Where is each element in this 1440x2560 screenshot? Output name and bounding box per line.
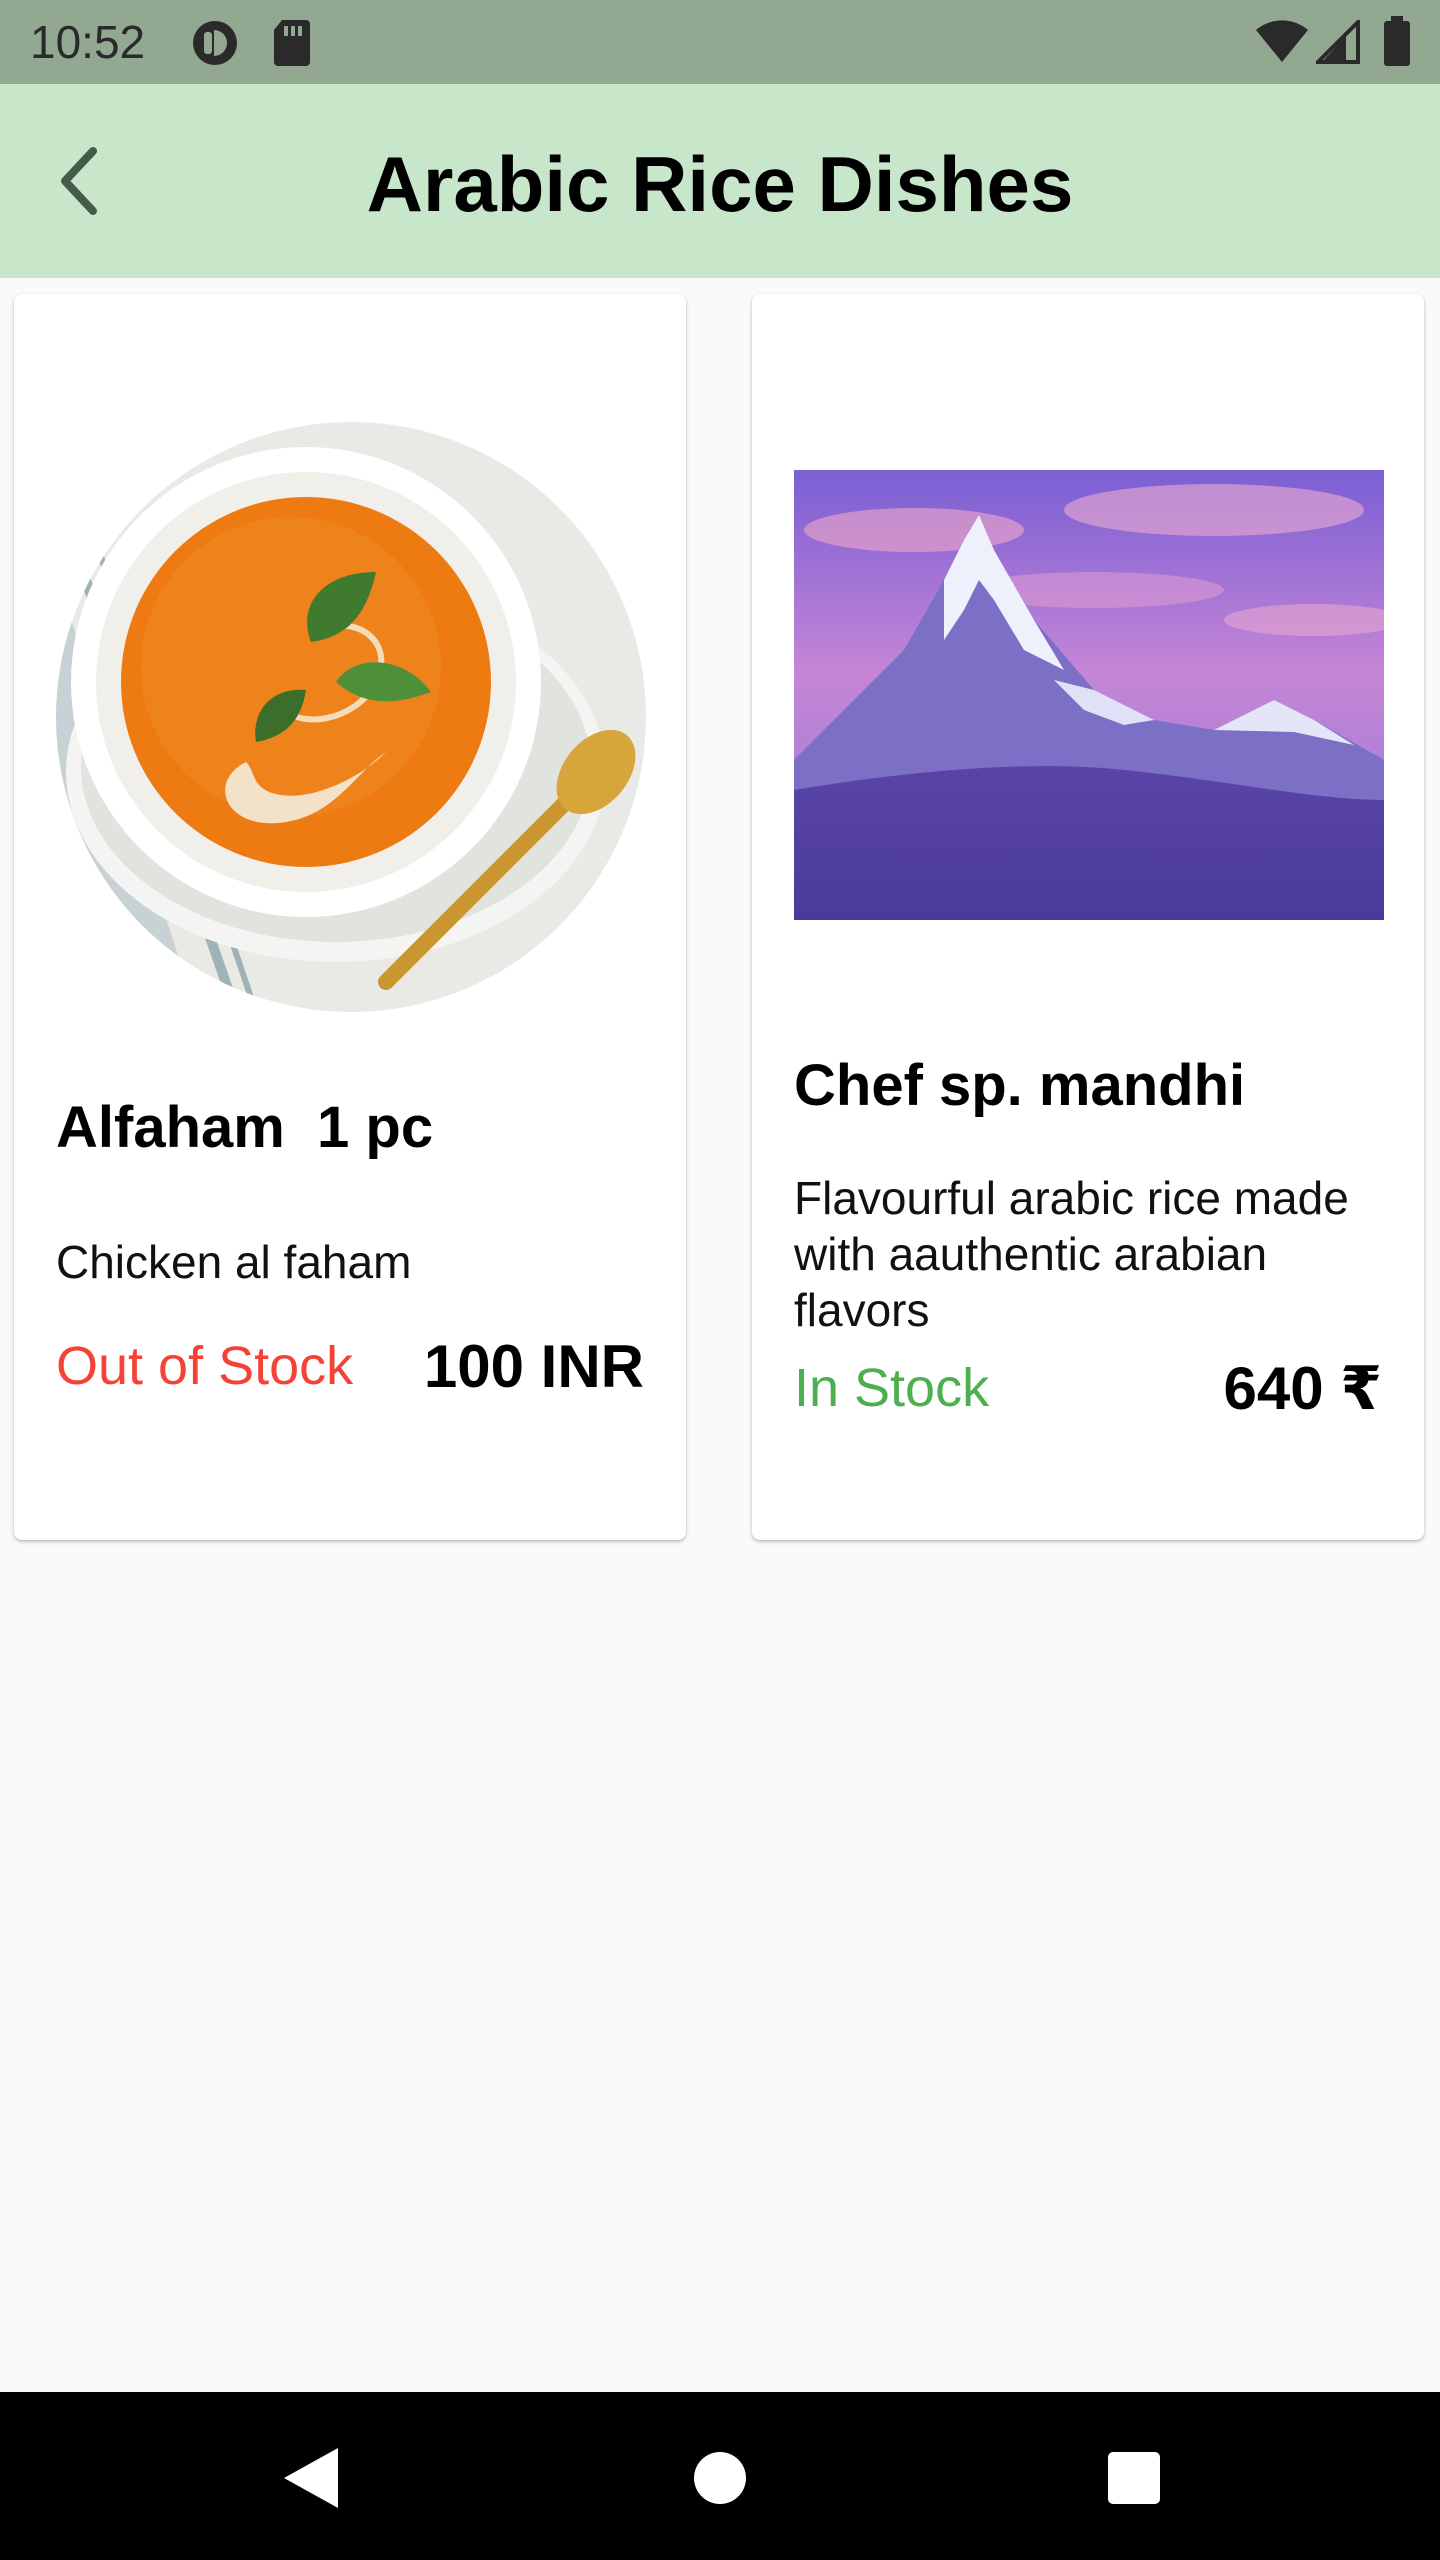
page-title: Arabic Rice Dishes — [366, 140, 1074, 228]
tomato-soup-bowl-image — [56, 422, 646, 1012]
status-time: 10:52 — [30, 16, 146, 68]
product-name: Chef sp. mandhi — [794, 1053, 1246, 1118]
stock-status: In Stock — [794, 1358, 990, 1418]
nav-home-icon — [694, 2452, 746, 2504]
stock-status: Out of Stock — [56, 1336, 354, 1396]
nav-back-button[interactable] — [268, 2436, 352, 2520]
status-bar: 10:52 — [0, 0, 1440, 84]
pocket-icon — [193, 21, 237, 65]
product-card[interactable]: Chef sp. mandhi Flavourful arabic rice m… — [752, 294, 1424, 1540]
product-card[interactable]: Alfaham 1 pc Chicken al faham Out of Sto… — [14, 294, 686, 1540]
product-description: Flavourful arabic rice made with aauthen… — [794, 1172, 1349, 1336]
product-price: 100 INR — [423, 1333, 644, 1400]
mountain-sunset-image — [794, 470, 1384, 920]
battery-icon — [1384, 16, 1410, 66]
app-bar: Arabic Rice Dishes — [0, 84, 1440, 278]
nav-home-button[interactable] — [678, 2436, 762, 2520]
sd-card-icon — [274, 20, 310, 66]
nav-recents-icon — [1108, 2452, 1160, 2504]
signal-icon — [1316, 20, 1360, 64]
nav-recents-button[interactable] — [1092, 2436, 1176, 2520]
wifi-icon — [1256, 20, 1308, 62]
product-name: Alfaham 1 pc — [56, 1095, 434, 1160]
product-description: Chicken al faham — [56, 1236, 412, 1288]
nav-back-icon — [284, 2448, 338, 2508]
system-nav-bar — [0, 2392, 1440, 2560]
product-price: 640 ₹ — [1223, 1355, 1382, 1422]
